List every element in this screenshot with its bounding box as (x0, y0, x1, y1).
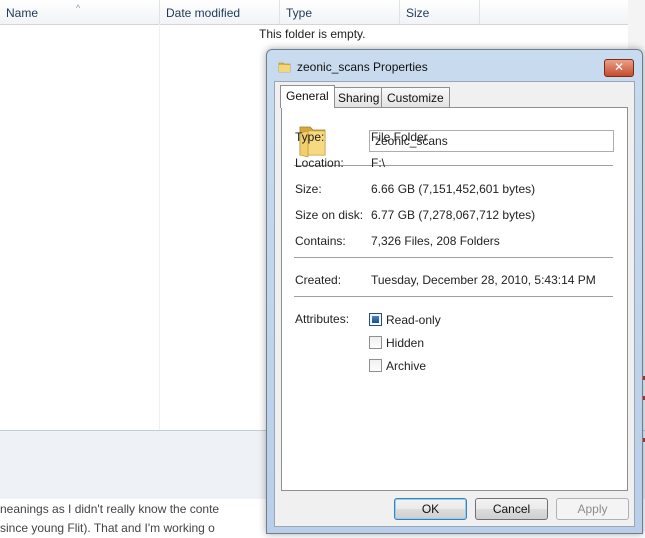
cancel-button[interactable]: Cancel (475, 498, 548, 520)
general-tab-panel: zeonic_scans Type: File Folder Location:… (281, 107, 628, 491)
column-name-label: Name (6, 6, 39, 20)
location-value: F:\ (371, 156, 385, 170)
column-type-label: Type (286, 6, 313, 20)
dialog-titlebar[interactable]: zeonic_scans Properties ✕ (267, 50, 642, 82)
read-only-checkbox[interactable] (369, 313, 382, 326)
background-text-line: neanings as I didn't really know the con… (0, 502, 220, 516)
separator (294, 296, 613, 297)
column-date-label: Date modified (166, 6, 241, 20)
ok-button[interactable]: OK (394, 498, 467, 520)
created-value: Tuesday, December 28, 2010, 5:43:14 PM (371, 273, 596, 287)
column-header-bar: ^ Name Date modified Type Size (0, 0, 628, 25)
created-label: Created: (295, 273, 342, 287)
background-page-text: neanings as I didn't really know the con… (0, 500, 300, 538)
column-divider (159, 24, 160, 430)
properties-dialog: zeonic_scans Properties ✕ General Sharin… (266, 49, 643, 534)
checkbox-indeterminate-mark (372, 316, 379, 323)
column-header-name[interactable]: ^ Name (0, 0, 160, 24)
sort-arrow-icon: ^ (76, 3, 81, 13)
apply-button[interactable]: Apply (556, 498, 629, 520)
background-text-line: since young Flit). That and I'm working … (0, 521, 215, 535)
type-value: File Folder (371, 130, 428, 144)
contains-value: 7,326 Files, 208 Folders (371, 234, 500, 248)
column-header-type[interactable]: Type (280, 0, 400, 24)
dialog-client-area: General Sharing Customize zeonic_scans T… (274, 81, 635, 527)
folder-icon (278, 60, 292, 77)
attributes-label: Attributes: (295, 312, 350, 326)
read-only-label[interactable]: Read-only (386, 313, 441, 327)
size-label: Size: (295, 182, 322, 196)
close-button[interactable]: ✕ (604, 59, 634, 77)
archive-label[interactable]: Archive (386, 359, 426, 373)
hidden-checkbox[interactable] (369, 336, 382, 349)
column-header-date[interactable]: Date modified (160, 0, 280, 24)
size-on-disk-label: Size on disk: (295, 208, 364, 222)
size-value: 6.66 GB (7,151,452,601 bytes) (371, 182, 536, 196)
tab-sharing[interactable]: Sharing (332, 87, 386, 107)
type-label: Type: (295, 130, 325, 144)
size-on-disk-value: 6.77 GB (7,278,067,712 bytes) (371, 208, 536, 222)
dialog-title: zeonic_scans Properties (297, 60, 428, 74)
column-size-label: Size (406, 6, 430, 20)
hidden-label[interactable]: Hidden (386, 336, 424, 350)
separator (294, 257, 613, 258)
location-label: Location: (295, 156, 344, 170)
column-header-size[interactable]: Size (400, 0, 480, 24)
archive-checkbox[interactable] (369, 359, 382, 372)
empty-folder-message: This folder is empty. (259, 27, 366, 41)
contains-label: Contains: (295, 234, 346, 248)
tab-customize[interactable]: Customize (381, 87, 450, 107)
tab-general[interactable]: General (280, 85, 335, 108)
